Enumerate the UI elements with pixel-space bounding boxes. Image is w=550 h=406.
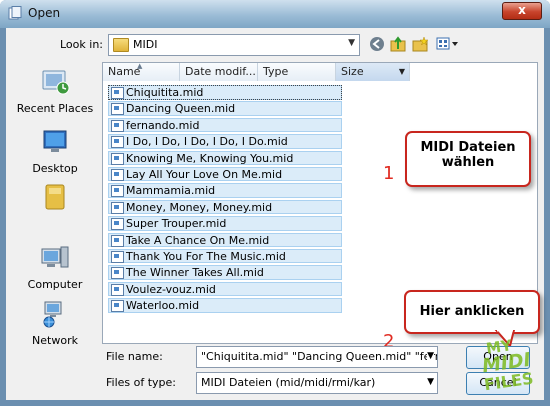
place-computer[interactable]: Computer	[12, 244, 98, 291]
file-row[interactable]: Thank You For The Music.mid	[108, 248, 342, 264]
look-in-label: Look in:	[60, 38, 103, 51]
place-label: Recent Places	[16, 102, 94, 115]
file-type-select[interactable]: MIDI Dateien (mid/midi/rmi/kar) ▼	[196, 372, 438, 394]
file-name-value: "Chiquitita.mid" "Dancing Queen.mid" "fe…	[201, 350, 438, 363]
place-desktop[interactable]: Desktop	[12, 128, 98, 175]
callout-line: MIDI Dateien	[420, 140, 516, 155]
column-header-date[interactable]: Date modif...	[180, 63, 258, 81]
midi-file-icon	[111, 87, 124, 99]
recent-places-icon	[42, 70, 70, 95]
place-recent-places[interactable]: Recent Places	[12, 68, 98, 115]
column-header-type[interactable]: Type	[258, 63, 336, 81]
chevron-down-icon[interactable]: ▼	[348, 38, 355, 48]
views-menu-icon[interactable]	[436, 36, 460, 53]
file-row[interactable]: Super Trouper.mid	[108, 216, 342, 231]
place-label: Computer	[27, 278, 83, 291]
desktop-icon	[43, 130, 67, 152]
chevron-down-icon[interactable]: ▼	[399, 63, 405, 81]
midi-file-icon	[111, 218, 124, 231]
file-row[interactable]: Money, Money, Money.mid	[108, 199, 342, 215]
title-bar[interactable]: Open x	[0, 0, 550, 28]
file-row[interactable]: Waterloo.mid	[108, 298, 342, 313]
column-header-size[interactable]: Size ▼	[336, 63, 410, 81]
file-name-label: File name:	[106, 350, 163, 363]
network-icon	[43, 301, 62, 328]
places-bar: Recent Places Desktop Computer Network	[12, 62, 98, 392]
place-label: Desktop	[32, 162, 78, 175]
file-rows: Chiquitita.mid Dancing Queen.mid fernand…	[108, 85, 342, 314]
open-dialog: Open x Look in: MIDI ▼ Recent Places Des…	[0, 0, 550, 406]
midi-file-icon	[111, 234, 124, 247]
midi-file-icon	[111, 185, 124, 198]
sort-up-icon: ▲	[137, 62, 143, 70]
file-row[interactable]: Chiquitita.mid	[108, 85, 342, 100]
file-row[interactable]: Dancing Queen.mid	[108, 101, 342, 116]
up-folder-icon[interactable]	[390, 36, 407, 53]
file-row[interactable]: The Winner Takes All.mid	[108, 265, 342, 280]
midi-file-icon	[111, 267, 124, 280]
file-row[interactable]: fernando.mid	[108, 117, 342, 133]
file-row[interactable]: Mammamia.mid	[108, 183, 342, 198]
close-button[interactable]: x	[502, 2, 542, 20]
computer-icon	[41, 246, 69, 268]
file-type-label: Files of type:	[106, 376, 177, 389]
look-in-combo[interactable]: MIDI ▼	[108, 34, 360, 56]
new-folder-icon[interactable]	[412, 36, 429, 53]
chevron-down-icon[interactable]: ▼	[427, 377, 434, 387]
folder-icon	[113, 38, 129, 52]
watermark-logo: MY MIDI FILES	[480, 336, 535, 395]
dialog-body: Look in: MIDI ▼ Recent Places Desktop Co…	[6, 28, 544, 400]
place-label: Network	[32, 334, 78, 347]
midi-file-icon	[111, 201, 124, 214]
back-icon[interactable]	[368, 36, 385, 53]
column-header-name[interactable]: ▲ Name	[103, 62, 180, 81]
file-name-input[interactable]: "Chiquitita.mid" "Dancing Queen.mid" "fe…	[196, 346, 438, 368]
user-folder-icon	[45, 184, 65, 210]
midi-file-icon	[111, 168, 124, 181]
chevron-down-icon[interactable]: ▼	[427, 351, 434, 361]
file-row[interactable]: Voulez-vouz.mid	[108, 281, 342, 297]
file-row[interactable]: Knowing Me, Knowing You.mid	[108, 150, 342, 166]
midi-file-icon	[111, 300, 124, 313]
midi-file-icon	[111, 283, 124, 296]
callout-click-here: Hier anklicken	[404, 290, 540, 334]
file-type-value: MIDI Dateien (mid/midi/rmi/kar)	[201, 376, 376, 389]
place-user-folder[interactable]	[12, 180, 98, 220]
midi-file-icon	[111, 152, 124, 165]
midi-file-icon	[111, 103, 124, 116]
place-network[interactable]: Network	[12, 300, 98, 347]
midi-file-icon	[111, 119, 124, 132]
file-row[interactable]: Lay All Your Love On Me.mid	[108, 166, 342, 182]
window-title: Open	[28, 6, 61, 20]
midi-file-icon	[111, 136, 124, 149]
file-row[interactable]: Take A Chance On Me.mid	[108, 232, 342, 248]
app-icon	[8, 6, 22, 20]
midi-file-icon	[111, 250, 124, 263]
file-row[interactable]: I Do, I Do, I Do, I Do, I Do.mid	[108, 134, 342, 149]
callout-select-files: MIDI Dateien wählen	[405, 131, 531, 187]
step-number-1: 1	[383, 163, 395, 184]
callout-line: wählen	[441, 155, 495, 170]
look-in-value: MIDI	[133, 38, 158, 51]
